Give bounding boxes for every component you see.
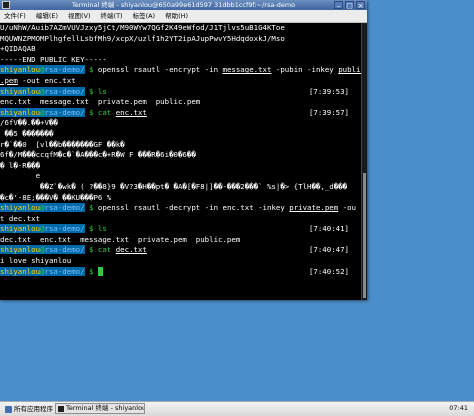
output-line: 6f�/M���ccqfM�c�`�A���c�+R�W F ���R�6i�0… — [0, 150, 196, 160]
output-line: .pem -out enc.txt — [0, 76, 361, 87]
output-line: e — [0, 171, 41, 181]
command-file: private.pem — [289, 203, 339, 213]
command-text: ls — [97, 224, 107, 234]
timestamp: [7:39:57] — [308, 107, 349, 117]
output-line: MQUWNZPMOMPlhgfellLsbfMh9/xcpX/uzlf1h2YT… — [0, 33, 285, 43]
window-title: Terminal 终端 - shiyanlou@650a99e61d597 31… — [71, 1, 296, 9]
prompt-line: shiyanlou@rsa-demo/ $ openssl rsautl -en… — [0, 65, 361, 76]
output-line: t dec.txt — [0, 213, 41, 223]
close-icon[interactable]: × — [356, 1, 365, 10]
command-text: -ou — [338, 203, 357, 213]
output-line: � l�-R��� — [0, 160, 41, 170]
output-line: +QIDAQAB — [0, 44, 36, 54]
scrollbar[interactable] — [361, 23, 367, 300]
timestamp: [7:39:53] — [308, 86, 349, 96]
taskbar-terminal-label: Terminal 终端 - shiyanlou@... — [66, 404, 144, 412]
prompt-line: shiyanlou@rsa-demo/ $ ls [7:40:41] — [0, 224, 349, 234]
timestamp: [7:40:41] — [308, 224, 349, 234]
menu-help[interactable]: 帮助(H) — [161, 10, 194, 22]
clock[interactable]: 07:41 — [449, 402, 468, 415]
prompt-user: shiyanlou — [0, 203, 41, 213]
prompt-path: rsa-demo/ — [44, 65, 85, 75]
prompt-user: shiyanlou — [0, 86, 41, 96]
applications-menu-button[interactable]: 所有应用程序 — [2, 403, 56, 415]
command-file: dec.txt — [115, 245, 147, 255]
menu-view[interactable]: 视图(V) — [64, 10, 97, 22]
menu-edit[interactable]: 编辑(E) — [32, 10, 64, 22]
output-line: i love shiyanlou — [0, 256, 72, 266]
prompt-path: rsa-demo/ — [44, 266, 85, 276]
prompt-path: rsa-demo/ — [44, 107, 85, 117]
command-text: ls — [97, 86, 107, 96]
command-text: cat — [97, 107, 116, 117]
title-bar[interactable]: Terminal 终端 - shiyanlou@650a99e61d597 31… — [0, 0, 367, 10]
output-line: ��5 ������� — [0, 128, 54, 138]
minimize-icon[interactable]: – — [334, 1, 343, 10]
output-line: -----END PUBLIC KEY----- — [0, 54, 107, 64]
prompt-user: shiyanlou — [0, 65, 41, 75]
command-text: -pubin -inkey — [271, 65, 339, 75]
taskbar: 所有应用程序 Terminal 终端 - shiyanlou@... 07:41 — [0, 401, 474, 416]
maximize-icon[interactable]: □ — [345, 1, 354, 10]
apps-menu-icon — [5, 405, 12, 413]
prompt-line: shiyanlou@rsa-demo/ $ cat dec.txt [7:40:4… — [0, 245, 349, 255]
prompt-path: rsa-demo/ — [44, 86, 85, 96]
prompt-line: shiyanlou@rsa-demo/ $ cat enc.txt [7:39:5… — [0, 107, 349, 117]
prompt-line[interactable]: shiyanlou@rsa-demo/ $ [7:40:52] — [0, 266, 361, 278]
output-line: dec.txt enc.txt message.txt private.pem … — [0, 234, 241, 244]
command-file: enc.txt — [115, 107, 147, 117]
prompt-path: rsa-demo/ — [44, 224, 85, 234]
menu-bar: 文件(F) 编辑(E) 视图(V) 终端(T) 标签(A) 帮助(H) — [0, 10, 367, 23]
prompt-user: shiyanlou — [0, 107, 41, 117]
command-text: openssl rsautl -decrypt -in enc.txt -ink… — [97, 203, 290, 213]
prompt-user: shiyanlou — [0, 224, 41, 234]
terminal-icon — [58, 405, 64, 412]
applications-menu-label: 所有应用程序 — [14, 404, 53, 413]
terminal-output[interactable]: U/uNhW/Auib7AZmVUVJzxy5jCt/M90WYw7QGf2K4… — [0, 23, 361, 300]
prompt-line: shiyanlou@rsa-demo/ $ openssl rsautl -de… — [0, 203, 357, 213]
menu-terminal[interactable]: 终端(T) — [97, 10, 129, 22]
taskbar-terminal-button[interactable]: Terminal 终端 - shiyanlou@... — [55, 403, 145, 414]
command-file: .pem — [0, 75, 18, 85]
timestamp: [7:40:47] — [308, 245, 349, 255]
prompt-user: shiyanlou — [0, 266, 41, 276]
menu-file[interactable]: 文件(F) — [0, 10, 32, 22]
scroll-thumb[interactable] — [363, 173, 366, 298]
prompt-path: rsa-demo/ — [44, 203, 85, 213]
prompt-user: shiyanlou — [0, 245, 41, 255]
menu-tabs[interactable]: 标签(A) — [129, 10, 162, 22]
output-line: ��Z`�wk� ( ?��8}9 �V?3�H��pt� �A�[�F8|]�… — [0, 181, 348, 191]
terminal-window[interactable]: Terminal 终端 - shiyanlou@650a99e61d597 31… — [0, 0, 367, 300]
cursor — [97, 267, 103, 277]
prompt-path: rsa-demo/ — [44, 245, 85, 255]
timestamp: [7:40:52] — [308, 266, 349, 276]
command-file: public — [338, 65, 361, 75]
command-text: cat — [97, 245, 116, 255]
output-line: enc.txt message.txt private.pem public.p… — [0, 97, 201, 107]
output-line: /6fV��.��+V�� — [0, 118, 58, 128]
command-text: -out enc.txt — [17, 75, 76, 85]
output-line: U/uNhW/Auib7AZmVUVJzxy5jCt/M90WYw7QGf2K4… — [0, 23, 285, 32]
command-file: message.txt — [222, 65, 272, 75]
output-line: �c�'-8E;���V� ��KU���P6 % — [0, 192, 112, 202]
command-text: openssl rsautl -encrypt -in — [97, 65, 223, 75]
prompt-line: shiyanlou@rsa-demo/ $ ls [7:39:53] — [0, 86, 349, 96]
output-line: r�`��0 [vl��b�������GF ��k� — [0, 139, 125, 149]
